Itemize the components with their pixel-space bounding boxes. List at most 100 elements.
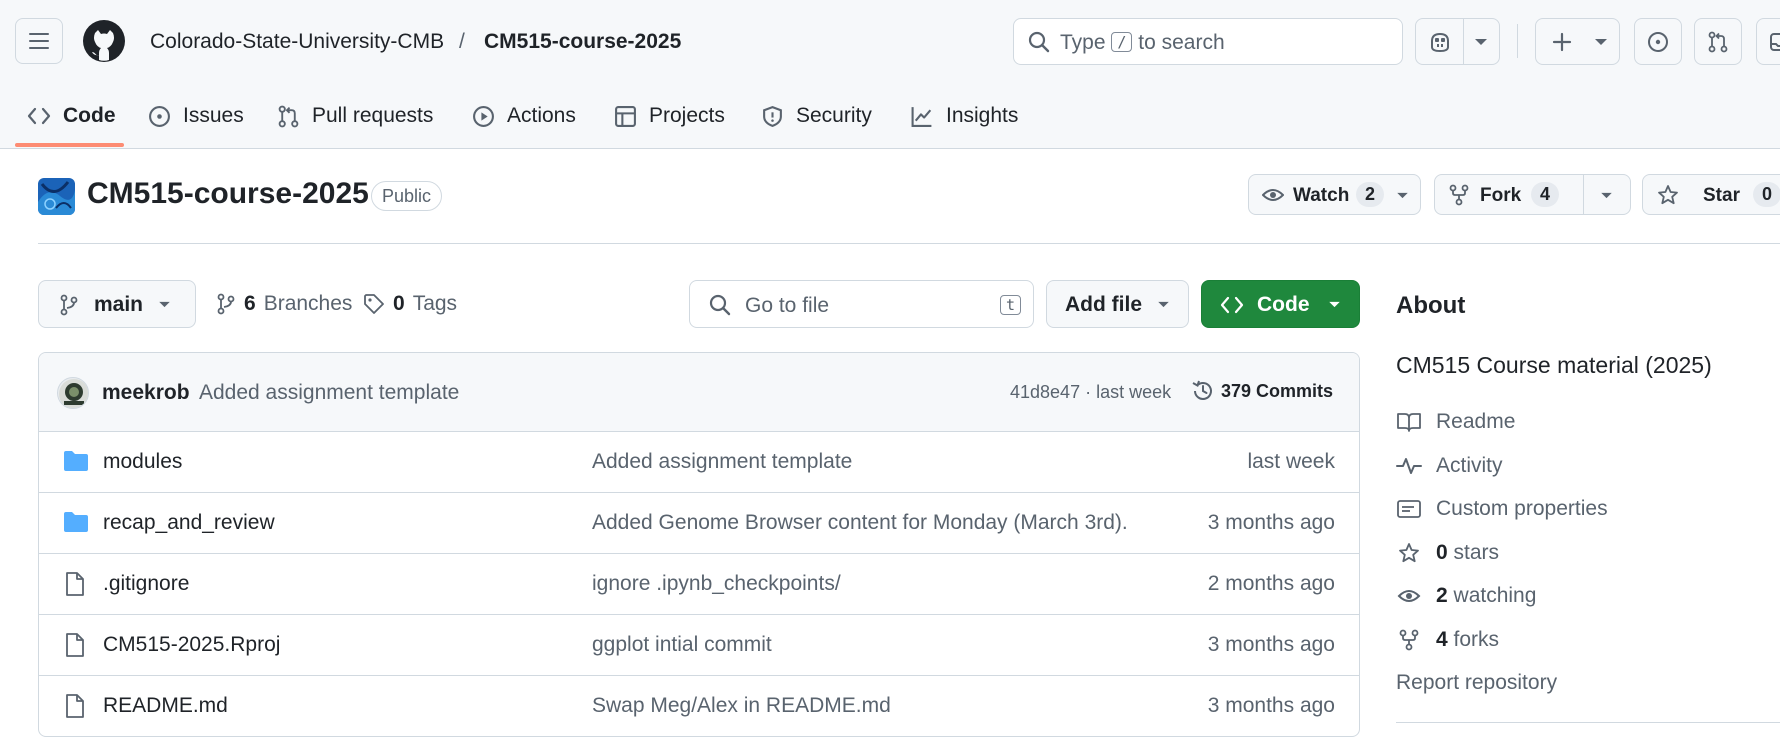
tags-label: Tags [412, 292, 458, 315]
repo-head-divider [38, 243, 1780, 244]
issue-opened-icon [149, 105, 170, 127]
file-name[interactable]: recap_and_review [103, 511, 275, 535]
watch-count: 2 [1356, 182, 1385, 207]
file-icon [66, 633, 84, 657]
file-name[interactable]: modules [103, 450, 182, 474]
inbox-button[interactable] [1756, 18, 1780, 65]
forks-label: forks [1453, 628, 1500, 651]
repo-forked-icon [1399, 629, 1419, 651]
commit-author[interactable]: meekrob [102, 381, 190, 405]
file-commit-message[interactable]: Added Genome Browser content for Monday … [592, 511, 1128, 535]
note-icon [1397, 500, 1421, 518]
fork-label: Fork [1480, 185, 1522, 206]
file-commit-message[interactable]: Added assignment template [592, 450, 852, 474]
pull-requests-global-button[interactable] [1694, 18, 1742, 65]
watching-count: 2 [1436, 584, 1448, 607]
file-row: modules Added assignment template last w… [39, 432, 1359, 493]
table-icon [615, 105, 636, 127]
issues-global-button[interactable] [1634, 18, 1682, 65]
chevron-down-icon [159, 301, 170, 308]
search-suffix: to search [1138, 31, 1225, 54]
commit-message[interactable]: Added assignment template [199, 381, 459, 405]
forks-link[interactable]: 4 forks [1396, 625, 1499, 655]
fork-button[interactable]: Fork 4 [1434, 174, 1631, 215]
file-commit-message[interactable]: Swap Meg/Alex in README.md [592, 694, 891, 718]
file-name[interactable]: .gitignore [103, 572, 189, 596]
tab-issues[interactable]: Issues [148, 100, 244, 132]
tag-icon [364, 294, 384, 314]
stars-count: 0 [1436, 541, 1448, 564]
about-divider [1396, 722, 1780, 723]
file-icon [66, 694, 84, 718]
tab-projects[interactable]: Projects [614, 100, 725, 132]
tab-code[interactable]: Code [27, 100, 116, 132]
chevron-down-icon [1158, 301, 1169, 308]
file-commit-message[interactable]: ggplot intial commit [592, 633, 772, 657]
go-to-file-shortcut: t [1000, 295, 1022, 315]
hamburger-menu-button[interactable] [15, 18, 63, 64]
git-branch-icon [217, 293, 235, 315]
tab-code-label: Code [63, 104, 116, 127]
file-name[interactable]: CM515-2025.Rproj [103, 633, 280, 657]
file-name[interactable]: README.md [103, 694, 228, 718]
tab-pull-requests[interactable]: Pull requests [277, 100, 433, 132]
author-avatar[interactable] [57, 377, 89, 409]
file-row: recap_and_review Added Genome Browser co… [39, 493, 1359, 554]
search-prefix: Type [1060, 31, 1106, 54]
stars-label: stars [1453, 541, 1500, 564]
custom-properties-link[interactable]: Custom properties [1396, 494, 1608, 524]
chevron-down-icon [1601, 192, 1612, 199]
activity-link[interactable]: Activity [1396, 451, 1503, 481]
file-icon [66, 572, 84, 596]
branch-select-button[interactable]: main [38, 280, 196, 328]
tab-insights[interactable]: Insights [910, 100, 1018, 132]
tags-count: 0 [393, 292, 405, 315]
shield-icon [763, 105, 782, 127]
github-logo-icon[interactable] [82, 19, 126, 63]
folder-icon [64, 512, 88, 532]
file-row: CM515-2025.Rproj ggplot intial commit 3 … [39, 615, 1359, 676]
go-to-file-input[interactable]: Go to file t [689, 280, 1034, 328]
code-icon [1220, 296, 1244, 314]
tab-security[interactable]: Security [761, 100, 872, 132]
tab-security-label: Security [796, 104, 872, 127]
repo-owner-avatar[interactable] [38, 178, 75, 215]
global-header: Colorado-State-University-CMB / CM515-co… [0, 0, 1780, 149]
chevron-down-icon [1329, 301, 1340, 308]
branches-link[interactable]: 6 Branches [216, 280, 352, 328]
readme-link[interactable]: Readme [1396, 407, 1515, 437]
copilot-button[interactable] [1415, 18, 1500, 65]
report-repository-link[interactable]: Report repository [1396, 668, 1557, 698]
report-repository-label: Report repository [1396, 671, 1558, 694]
tags-link[interactable]: 0 Tags [363, 280, 457, 328]
git-branch-icon [60, 294, 78, 316]
hamburger-icon [29, 33, 49, 49]
add-file-label: Add file [1065, 293, 1142, 316]
star-button[interactable]: Star 0 [1642, 174, 1780, 215]
file-commit-message[interactable]: ignore .ipynb_checkpoints/ [592, 572, 841, 596]
chevron-down-icon [1397, 192, 1408, 199]
watch-button[interactable]: Watch 2 [1248, 174, 1421, 215]
breadcrumb-org[interactable]: Colorado-State-University-CMB [150, 30, 444, 54]
pulse-icon [1396, 458, 1422, 474]
commits-link[interactable]: 379 Commits [1191, 379, 1333, 403]
star-label: Star [1703, 185, 1740, 206]
add-file-button[interactable]: Add file [1046, 280, 1189, 328]
create-new-button[interactable] [1535, 18, 1620, 65]
issue-opened-icon [1648, 31, 1668, 52]
repo-title[interactable]: CM515-course-2025 [87, 177, 369, 211]
tab-projects-label: Projects [649, 104, 725, 127]
branch-name: main [94, 293, 144, 316]
stars-link[interactable]: 0 stars [1396, 538, 1499, 568]
branches-count: 6 [244, 292, 256, 315]
breadcrumb-repo[interactable]: CM515-course-2025 [484, 30, 681, 54]
eye-icon [1397, 590, 1421, 602]
global-search-input[interactable]: Type / to search [1013, 18, 1403, 65]
commits-count: 379 Commits [1221, 380, 1334, 401]
tab-insights-label: Insights [946, 104, 1019, 127]
commit-sha-time[interactable]: 41d8e47 · last week [1010, 382, 1171, 403]
watching-link[interactable]: 2 watching [1396, 581, 1536, 611]
tab-actions[interactable]: Actions [472, 100, 576, 132]
fork-count: 4 [1531, 182, 1560, 207]
code-clone-button[interactable]: Code [1201, 280, 1360, 328]
